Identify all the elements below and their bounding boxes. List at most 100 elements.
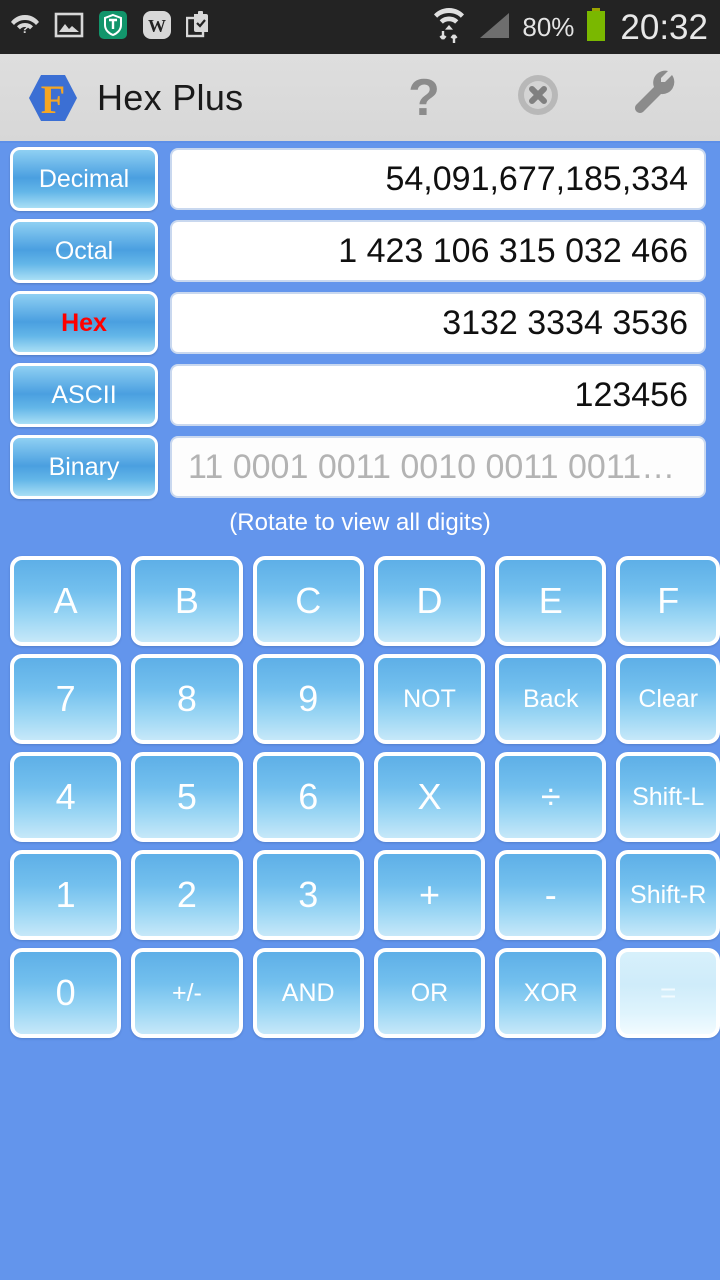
question-mark-icon: ? xyxy=(408,68,440,127)
conversion-row: Octal 1 423 106 315 032 466 xyxy=(0,215,720,287)
battery-percent-label: 80% xyxy=(522,12,575,42)
key-1[interactable]: 1 xyxy=(10,850,122,940)
key-and[interactable]: AND xyxy=(252,948,364,1038)
radix-button-octal[interactable]: Octal xyxy=(10,219,158,283)
key-5[interactable]: 5 xyxy=(131,752,243,842)
key-or[interactable]: OR xyxy=(373,948,486,1038)
key-label: A xyxy=(53,580,78,621)
wifi-data-icon xyxy=(432,5,466,50)
key-6[interactable]: 6 xyxy=(252,752,364,842)
key-label: ÷ xyxy=(540,776,561,817)
key-shiftl[interactable]: Shift-L xyxy=(616,752,720,842)
keypad-row: 0 +/- AND OR XOR = xyxy=(0,948,720,1046)
status-bar-left-icons: ? W xyxy=(10,10,214,45)
value-field-octal[interactable]: 1 423 106 315 032 466 xyxy=(170,220,706,282)
key-[interactable]: ÷ xyxy=(495,752,607,842)
key-label: X xyxy=(417,776,442,817)
status-bar-right-icons: 80% 20:32 xyxy=(432,5,708,50)
key-c[interactable]: C xyxy=(252,556,364,646)
wrench-icon xyxy=(625,69,679,126)
key-e[interactable]: E xyxy=(495,556,607,646)
key-d[interactable]: D xyxy=(373,556,486,646)
app-header: F Hex Plus ? xyxy=(0,54,720,143)
key-label: 0 xyxy=(55,972,76,1013)
status-bar: ? W 80% 20:32 xyxy=(0,0,720,54)
key-8[interactable]: 8 xyxy=(131,654,243,744)
key-label: + xyxy=(418,874,440,915)
page-title: Hex Plus xyxy=(97,76,244,118)
svg-text:?: ? xyxy=(21,21,29,36)
close-button[interactable] xyxy=(510,70,566,126)
radix-button-ascii[interactable]: ASCII xyxy=(10,363,158,427)
key-label: D xyxy=(416,580,443,621)
key-label: NOT xyxy=(403,684,456,713)
key-3[interactable]: 3 xyxy=(252,850,364,940)
key-label: B xyxy=(174,580,199,621)
key-label: - xyxy=(544,874,557,915)
key-7[interactable]: 7 xyxy=(10,654,122,744)
key-label: 9 xyxy=(298,678,319,719)
key-shiftr[interactable]: Shift-R xyxy=(616,850,720,940)
key-a[interactable]: A xyxy=(10,556,122,646)
conversion-row: Binary 11 0001 0011 0010 0011 0011… xyxy=(0,431,720,503)
value-field-ascii[interactable]: 123456 xyxy=(170,364,706,426)
keypad-row: 7 8 9 NOT Back Clear xyxy=(0,654,720,752)
status-bar-clock: 20:32 xyxy=(620,7,708,47)
key-0[interactable]: 0 xyxy=(10,948,122,1038)
key-[interactable]: + xyxy=(373,850,486,940)
radix-button-hex[interactable]: Hex xyxy=(10,291,158,355)
key-2[interactable]: 2 xyxy=(131,850,243,940)
key-[interactable]: +/- xyxy=(131,948,243,1038)
clipboard-check-icon xyxy=(185,10,214,45)
key-label: = xyxy=(660,977,677,1008)
key-f[interactable]: F xyxy=(616,556,720,646)
shield-t-icon xyxy=(98,10,128,45)
value-field-binary[interactable]: 11 0001 0011 0010 0011 0011… xyxy=(170,436,706,498)
key-label: 7 xyxy=(55,678,76,719)
key-clear[interactable]: Clear xyxy=(616,654,720,744)
conversion-row: Decimal 54,091,677,185,334 xyxy=(0,143,720,215)
key-not[interactable]: NOT xyxy=(373,654,486,744)
rotate-hint-label: (Rotate to view all digits) xyxy=(229,509,491,536)
conversion-row: Hex 3132 3334 3536 xyxy=(0,287,720,359)
keypad-row: A B C D E F xyxy=(0,556,720,654)
key-label: Shift-L xyxy=(632,782,705,811)
key-label: E xyxy=(538,580,563,621)
key-label: OR xyxy=(410,978,449,1007)
key-label: 5 xyxy=(176,776,197,817)
battery-icon xyxy=(584,7,608,48)
keypad-row: 4 5 6 X ÷ Shift-L xyxy=(0,752,720,850)
key-label: 8 xyxy=(176,678,197,719)
value-field-decimal[interactable]: 54,091,677,185,334 xyxy=(170,148,706,210)
key-label: AND xyxy=(281,978,335,1007)
key-label: 3 xyxy=(298,874,319,915)
key-b[interactable]: B xyxy=(131,556,243,646)
radix-button-binary[interactable]: Binary xyxy=(10,435,158,499)
key-x[interactable]: X xyxy=(373,752,486,842)
key-[interactable]: = xyxy=(616,948,720,1038)
key-xor[interactable]: XOR xyxy=(495,948,607,1038)
key-label: 2 xyxy=(176,874,197,915)
header-action-bar: ? xyxy=(396,70,680,126)
radix-button-decimal[interactable]: Decimal xyxy=(10,147,158,211)
key-label: +/- xyxy=(171,978,202,1007)
key-label: Back xyxy=(522,684,579,713)
cellular-signal-icon xyxy=(476,9,512,46)
keypad-row: 1 2 3 + - Shift-R xyxy=(0,850,720,948)
wifi-question-icon: ? xyxy=(10,11,40,44)
close-circle-icon xyxy=(512,69,564,126)
key-label: Shift-R xyxy=(630,880,707,909)
key-back[interactable]: Back xyxy=(495,654,607,744)
hexagon-f-logo-icon: F xyxy=(26,71,80,125)
settings-button[interactable] xyxy=(624,70,680,126)
conversion-panel: Decimal 54,091,677,185,334 Octal 1 423 106 … xyxy=(0,143,720,537)
key-4[interactable]: 4 xyxy=(10,752,122,842)
w-app-icon: W xyxy=(142,10,172,45)
help-button[interactable]: ? xyxy=(396,70,452,126)
value-field-hex[interactable]: 3132 3334 3536 xyxy=(170,292,706,354)
key-[interactable]: - xyxy=(495,850,607,940)
key-label: 1 xyxy=(55,874,76,915)
key-label: 6 xyxy=(298,776,319,817)
key-9[interactable]: 9 xyxy=(252,654,364,744)
key-label: XOR xyxy=(523,978,578,1007)
